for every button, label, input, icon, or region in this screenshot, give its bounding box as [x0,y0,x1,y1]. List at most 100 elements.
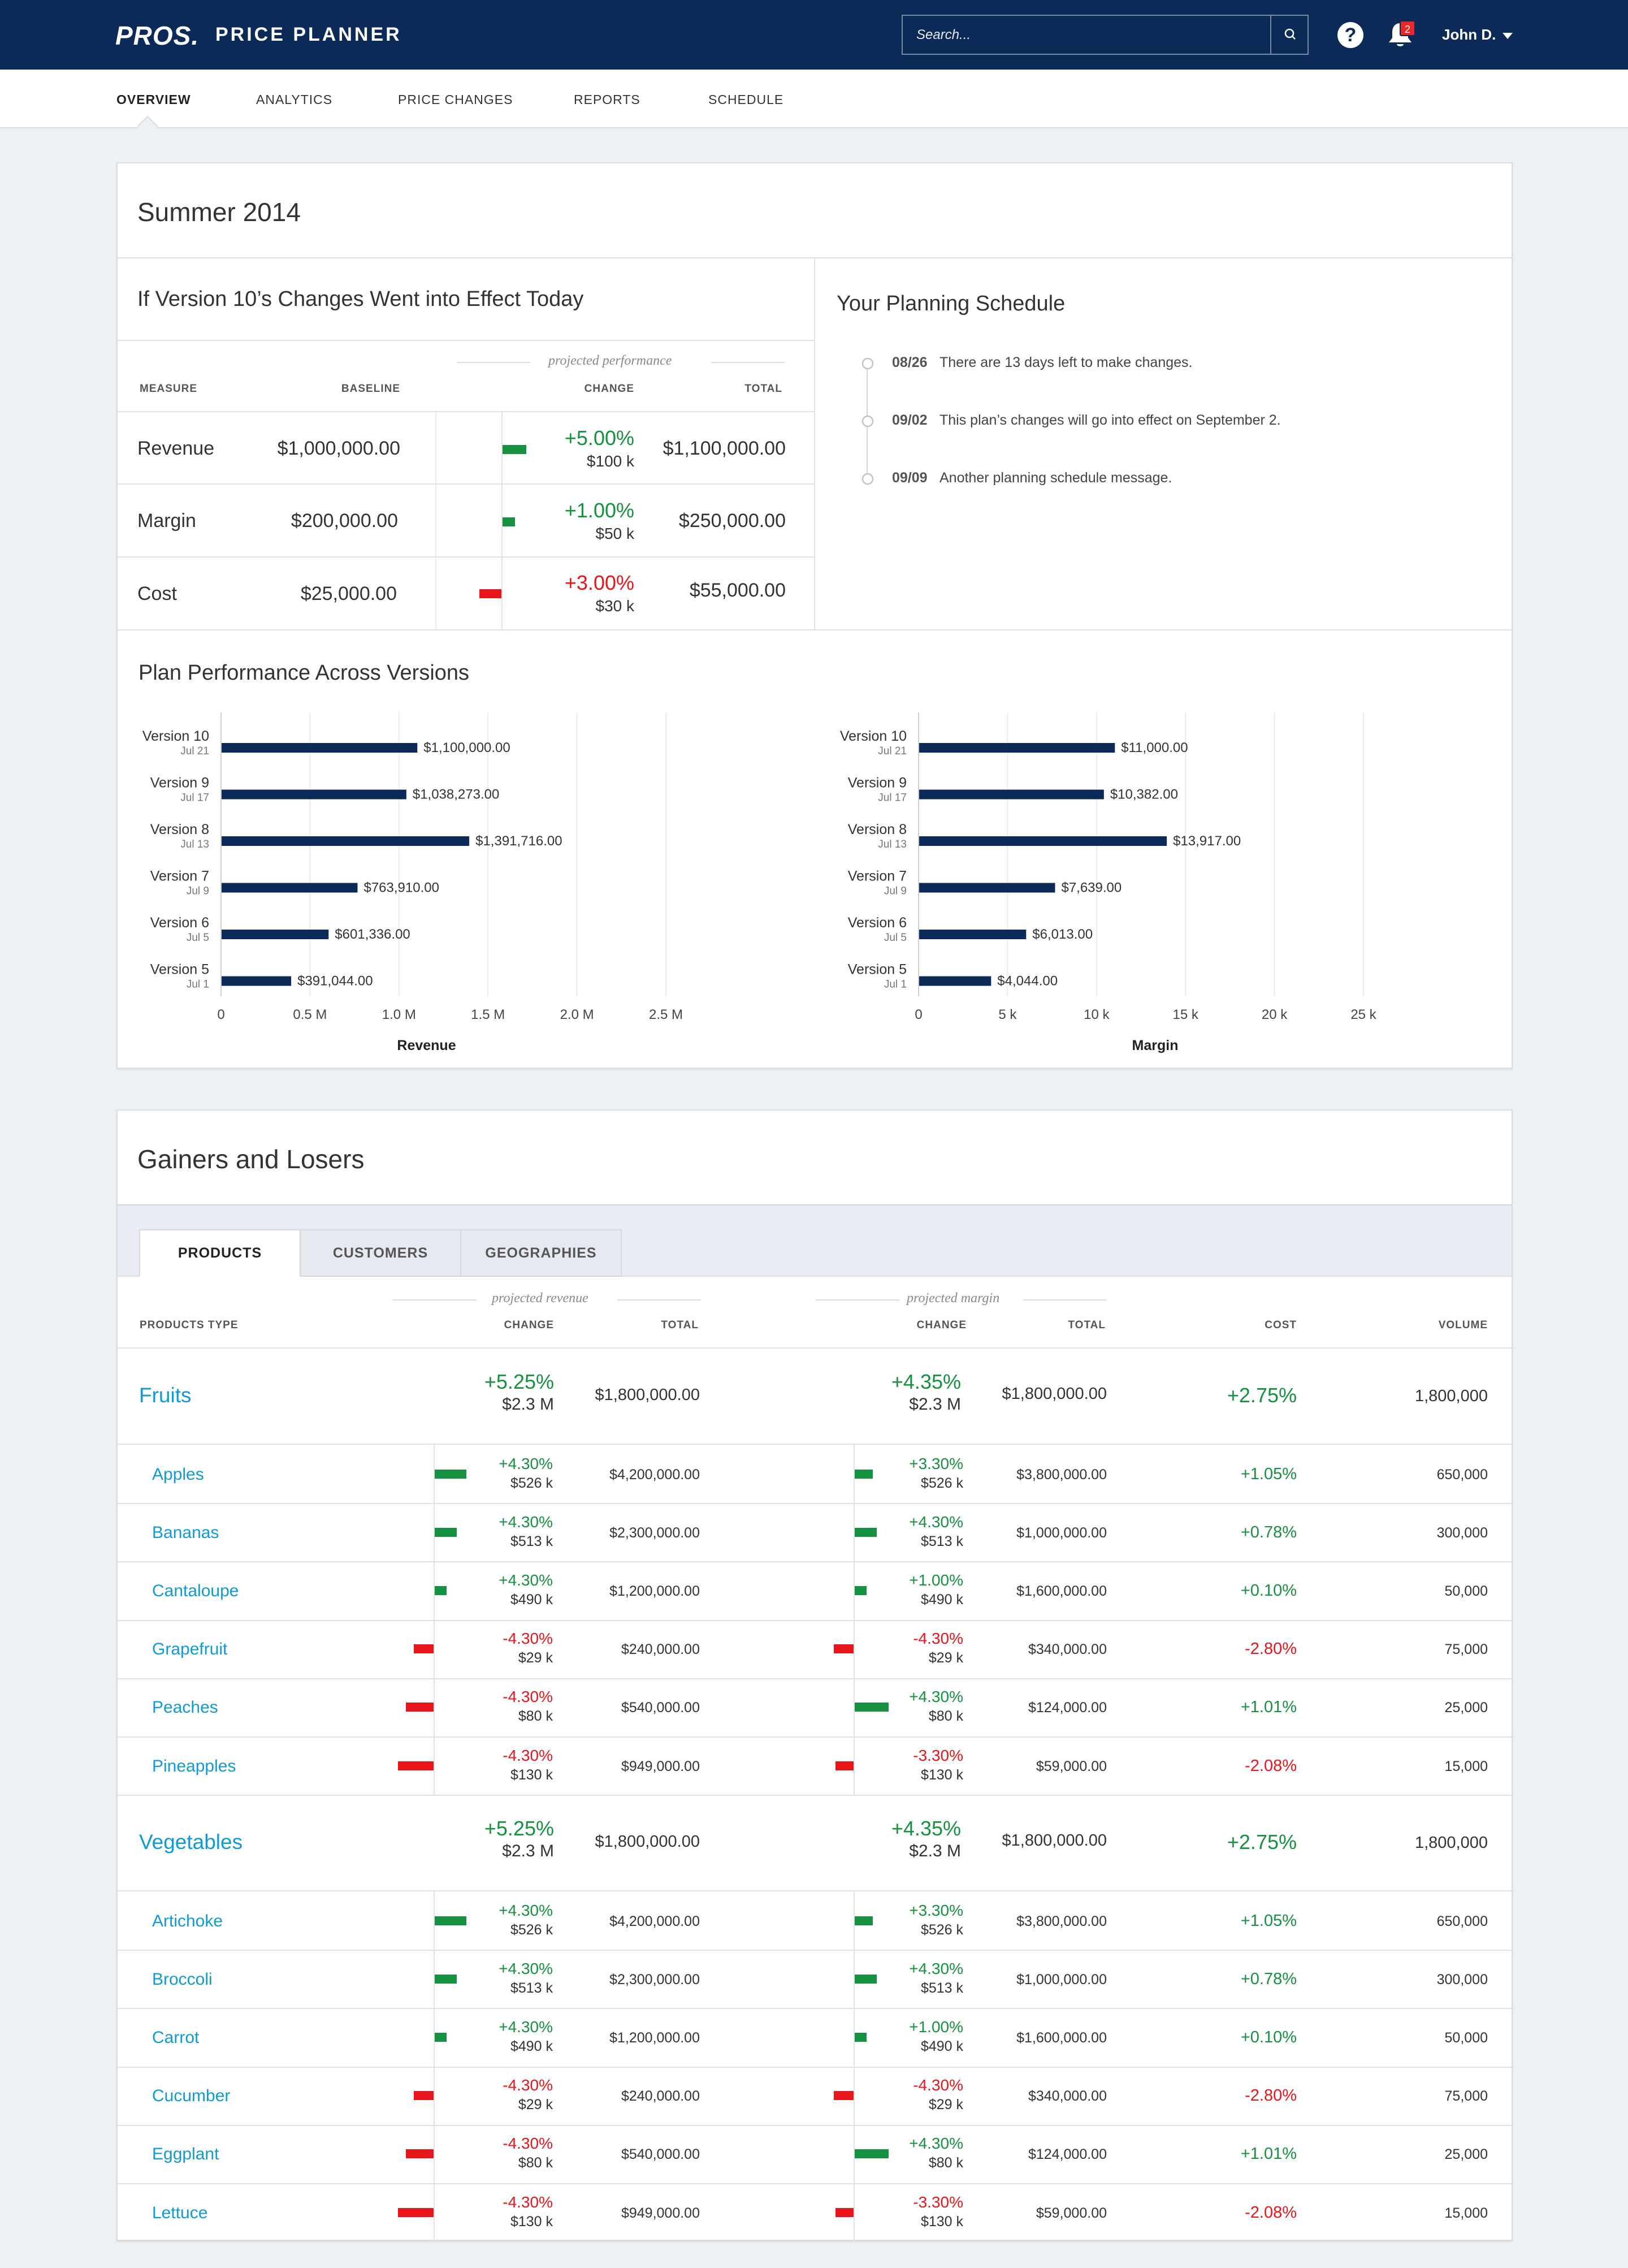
tab-geographies[interactable]: GEOGRAPHIES [460,1229,622,1277]
help-icon[interactable]: ? [1337,22,1363,48]
revenue-change: -4.30% [503,1688,553,1706]
product-name-link[interactable]: Eggplant [152,2145,219,2164]
search-input[interactable] [903,16,1269,54]
x-tick-label: 20 k [1262,1007,1288,1022]
version-date: Jul 21 [180,745,209,757]
product-name-link[interactable]: Peaches [152,1698,218,1717]
tab-overview[interactable]: OVERVIEW [116,92,191,107]
tab-customers[interactable]: CUSTOMERS [300,1229,461,1277]
data-label: $4,044.00 [997,974,1058,989]
product-name-link[interactable]: Lettuce [152,2204,207,2223]
product-name-link[interactable]: Grapefruit [152,1640,227,1659]
plan-title: Summer 2014 [137,197,301,227]
divider [118,1736,1512,1738]
margin-total: $59,000.00 [1036,1758,1107,1774]
tab-price-changes[interactable]: PRICE CHANGES [398,92,513,107]
col-revenue-total: TOTAL [661,1319,699,1331]
revenue-amount: $29 k [518,1650,553,1666]
volume-value: 300,000 [1436,1971,1488,1988]
version-label: Version 5 [848,962,907,978]
revenue-total: $540,000.00 [621,2146,700,2163]
baseline-value: $1,000,000.00 [277,438,400,459]
measure-label: Revenue [137,438,215,459]
divider [118,2183,1512,2184]
margin-change: -3.30% [913,1746,963,1764]
change-amount: $100 k [586,452,634,470]
data-label: $10,382.00 [1110,787,1178,802]
margin-change: +3.30% [909,1901,963,1919]
revenue-total: $949,000.00 [621,1758,700,1774]
baseline-value: $25,000.00 [300,583,397,604]
version-date: Jul 13 [180,839,209,850]
user-menu[interactable]: John D. [1442,26,1496,44]
product-name-link[interactable]: Cantaloupe [152,1582,239,1601]
version-label: Version 9 [150,775,209,791]
margin-change: +4.30% [909,2135,963,2153]
col-baseline: BASELINE [341,383,400,395]
x-tick-label: 1.5 M [471,1007,505,1022]
x-axis-title: Margin [1132,1038,1179,1053]
rule [711,362,785,363]
tab-analytics[interactable]: ANALYTICS [256,92,332,107]
margin-amount: $80 k [928,2155,963,2171]
revenue-change-bar [398,1761,434,1770]
margin-total: $124,000.00 [1028,1700,1107,1716]
tab-reports[interactable]: REPORTS [574,92,640,107]
product-name-link[interactable]: Broccoli [152,1970,213,1989]
baseline-value: $200,000.00 [291,510,398,532]
schedule-date: 09/09 [892,470,928,486]
product-name-link[interactable]: Artichoke [152,1912,223,1931]
schedule-title: Your Planning Schedule [837,292,1066,316]
version-label: Version 7 [848,869,907,884]
margin-amount: $526 k [920,1475,963,1491]
projected-revenue-label: projected revenue [492,1291,588,1306]
margin-change-bar [834,1644,854,1654]
revenue-total: $1,200,000.00 [609,2030,700,2046]
version-label: Version 10 [840,728,907,744]
revenue-change-bar [406,1703,434,1712]
margin-total: $1,800,000.00 [1002,1385,1107,1403]
col-volume: VOLUME [1438,1319,1488,1331]
revenue-amount: $490 k [510,2038,553,2054]
revenue-change: -4.30% [503,2076,553,2094]
change-bar [479,589,501,598]
pros-logo[interactable]: PROS. [115,20,199,51]
divider [118,629,1512,630]
version-label: Version 10 [142,728,209,744]
divider [118,556,814,558]
margin-change: -3.30% [913,2193,963,2211]
chevron-down-icon[interactable] [1503,33,1513,39]
schedule-text: Another planning schedule message. [939,470,1172,486]
product-name-link[interactable]: Apples [152,1465,204,1484]
volume-value: 1,800,000 [1414,1387,1488,1405]
divider [118,1950,1512,1951]
product-name-link[interactable]: Carrot [152,2028,199,2047]
measure-label: Cost [137,583,177,604]
margin-amount: $2.3 M [909,1842,961,1860]
app-name: PRICE PLANNER [215,24,402,45]
product-name-link[interactable]: Cucumber [152,2086,230,2106]
group-name-link[interactable]: Vegetables [139,1830,243,1854]
data-bar [919,976,991,986]
tab-products[interactable]: PRODUCTS [139,1229,301,1277]
divider [118,340,814,341]
change-bar [503,445,526,454]
version-date: Jul 17 [180,792,209,804]
divider [118,1890,1512,1891]
margin-change: +4.30% [909,1513,963,1531]
data-bar [222,836,470,846]
volume-value: 75,000 [1444,2088,1488,2105]
volume-value: 300,000 [1436,1524,1488,1541]
revenue-amount: $490 k [510,1592,553,1608]
product-name-link[interactable]: Bananas [152,1523,219,1543]
timeline-dot-icon [861,357,874,370]
tab-schedule[interactable]: SCHEDULE [708,92,783,107]
group-name-link[interactable]: Fruits [139,1384,192,1407]
revenue-total: $4,200,000.00 [609,1913,700,1929]
margin-change-bar [835,2207,854,2217]
x-tick-label: 2.0 M [560,1007,594,1022]
top-bar: PROS. PRICE PLANNER ? 2 John D. [0,0,1628,70]
product-name-link[interactable]: Pineapples [152,1757,236,1776]
search-button[interactable] [1270,16,1309,54]
performance-title: Plan Performance Across Versions [138,661,470,685]
